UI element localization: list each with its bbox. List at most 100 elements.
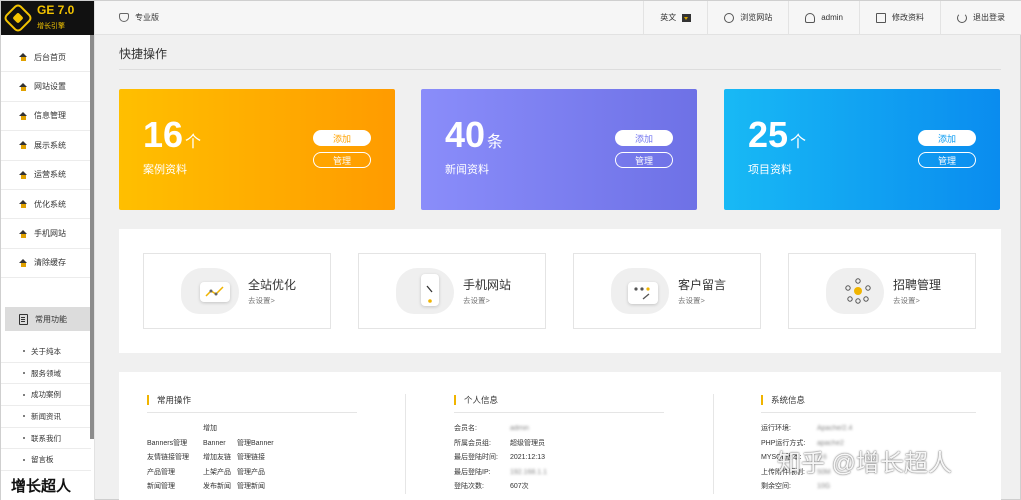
sidebar-item-home[interactable]: 后台首页 [1, 43, 91, 73]
sub-item-services[interactable]: 服务领域 [1, 363, 91, 385]
info-value: Apache/2.4 [817, 425, 853, 432]
operation-label: 产品管理 [147, 468, 175, 476]
info-row: 剩余空间: 10G [761, 480, 852, 495]
brand-watermark: 增长超人 [11, 478, 72, 495]
shortcut-link[interactable]: 去设置> [893, 295, 920, 306]
manage-button[interactable]: 管理 [313, 152, 371, 168]
sidebar-item-seo-system[interactable]: 优化系统 [1, 190, 91, 220]
shortcut-link[interactable]: 去设置> [463, 295, 490, 306]
logo[interactable]: GE 7.0 增长引擎 [1, 1, 94, 35]
sidebar-item-display-system[interactable]: 展示系统 [1, 131, 91, 161]
shortcut-link[interactable]: 去设置> [678, 295, 705, 306]
logo-hex-icon [2, 2, 34, 34]
personal-info-section: 个人信息 [454, 394, 664, 413]
version-label: 专业版 [135, 13, 159, 22]
shortcut-title: 客户留言 [678, 278, 727, 292]
operation-link[interactable]: 发布新闻 [203, 480, 237, 495]
home-icon [19, 258, 28, 267]
sidebar-item-operation-system[interactable]: 运营系统 [1, 161, 91, 190]
common-functions-header[interactable]: 常用功能 [5, 307, 91, 331]
common-operations-section: 常用操作 [147, 394, 357, 413]
info-row: 所属会员组: 超级管理员 [454, 437, 547, 452]
info-key: 运行环境: [761, 425, 791, 432]
sidebar-item-clear-cache[interactable]: 清除缓存 [1, 249, 91, 279]
divider [405, 394, 406, 494]
logout-label: 退出登录 [973, 13, 1005, 22]
logo-subtitle: 增长引擎 [37, 23, 65, 30]
home-icon [19, 170, 28, 179]
sidebar-item-label: 后台首页 [34, 52, 66, 62]
home-icon [19, 53, 28, 62]
dropdown-icon [682, 13, 692, 22]
personal-info-list: 会员名: admin 所属会员组: 超级管理员 最后登陆时间: 2021:12:13 … [454, 422, 547, 495]
version-indicator: 专业版 [95, 12, 643, 23]
operation-link[interactable]: 管理Banner [237, 437, 274, 452]
sub-item-cases[interactable]: 成功案例 [1, 384, 91, 407]
home-icon [19, 200, 28, 209]
info-key: 最后登陆IP: [454, 468, 491, 476]
message-icon [628, 282, 658, 304]
sidebar-item-site-settings[interactable]: 网站设置 [1, 72, 91, 102]
username-label: admin [821, 13, 843, 22]
operation-link[interactable]: 管理新闻 [237, 480, 265, 495]
sidebar-item-info-management[interactable]: 信息管理 [1, 102, 91, 132]
info-row: 最后登陆IP: 192.168.1.1 [454, 466, 547, 481]
info-value: 10G [817, 483, 831, 491]
add-button[interactable]: 添加 [615, 130, 673, 146]
operation-link[interactable]: 上架产品 [203, 466, 237, 481]
section-title: 个人信息 [454, 394, 664, 406]
phone-icon [421, 274, 439, 306]
zhihu-watermark: 知乎 @增长超人 [777, 450, 953, 477]
home-icon [19, 141, 28, 150]
manage-button[interactable]: 管理 [615, 152, 673, 168]
sidebar-item-mobile-site[interactable]: 手机网站 [1, 219, 91, 249]
shortcut-link[interactable]: 去设置> [248, 295, 275, 306]
section-title: 常用操作 [147, 394, 357, 406]
stat-count: 16 个 [143, 114, 202, 155]
globe-icon [724, 12, 735, 23]
add-button[interactable]: 添加 [313, 130, 371, 146]
stat-card-projects: 25 个 项目资料 添加 管理 [724, 89, 1000, 210]
add-button[interactable]: 添加 [918, 130, 976, 146]
sub-item-contact[interactable]: 联系我们 [1, 428, 91, 450]
divider [713, 394, 714, 494]
info-value: 607次 [510, 483, 529, 491]
sidebar: GE 7.0 增长引擎 后台首页 网站设置 信息管理 展示系统 运营系统 优化系… [1, 1, 95, 500]
stat-name: 新闻资料 [445, 164, 489, 176]
section-title: 系统信息 [761, 394, 976, 406]
info-value: 2021:12:13 [510, 454, 546, 462]
language-label: 英文 [660, 13, 677, 22]
admin-dashboard: GE 7.0 增长引擎 后台首页 网站设置 信息管理 展示系统 运营系统 优化系… [0, 0, 1021, 500]
user-icon [805, 12, 816, 23]
common-functions-list: 关于纯本 服务领域 成功案例 新闻资讯 联系我们 留言板 [1, 341, 91, 472]
shortcut-seo[interactable]: 全站优化 去设置> [143, 253, 331, 329]
document-icon [19, 313, 28, 325]
people-icon [843, 276, 873, 306]
info-value: 超级管理员 [510, 439, 545, 447]
operation-link[interactable]: 管理产品 [237, 466, 265, 481]
language-switch[interactable]: 英文 [643, 0, 707, 35]
logout-link[interactable]: 退出登录 [940, 0, 1021, 35]
operation-link[interactable]: 管理链接 [237, 451, 265, 466]
stat-name: 项目资料 [748, 164, 792, 176]
sub-item-about[interactable]: 关于纯本 [1, 341, 91, 363]
manage-button[interactable]: 管理 [918, 152, 976, 168]
divider [761, 412, 976, 413]
stat-count: 40 条 [445, 114, 504, 155]
divider [119, 69, 1001, 70]
sub-item-news[interactable]: 新闻资讯 [1, 406, 91, 428]
shortcut-messages[interactable]: 客户留言 去设置> [573, 253, 761, 329]
browse-site-link[interactable]: 浏览网站 [707, 0, 788, 35]
user-menu[interactable]: admin [788, 0, 859, 35]
sub-item-guestbook[interactable]: 留言板 [1, 449, 91, 472]
shortcut-title: 全站优化 [248, 278, 297, 292]
edit-profile-link[interactable]: 修改资料 [859, 0, 940, 35]
common-operations-list: Banners管理 增加Banner 管理Banner 友情链接管理 增加友链 管理链接… [147, 422, 274, 495]
sidebar-scrollbar[interactable] [90, 35, 94, 439]
shortcut-mobile[interactable]: 手机网站 去设置> [358, 253, 546, 329]
chart-icon [200, 282, 230, 302]
operation-row: 产品管理 上架产品 管理产品 [147, 466, 274, 481]
operation-link[interactable]: 增加Banner [203, 422, 237, 451]
shortcut-recruitment[interactable]: 招聘管理 去设置> [788, 253, 976, 329]
operation-link[interactable]: 增加友链 [203, 451, 237, 466]
